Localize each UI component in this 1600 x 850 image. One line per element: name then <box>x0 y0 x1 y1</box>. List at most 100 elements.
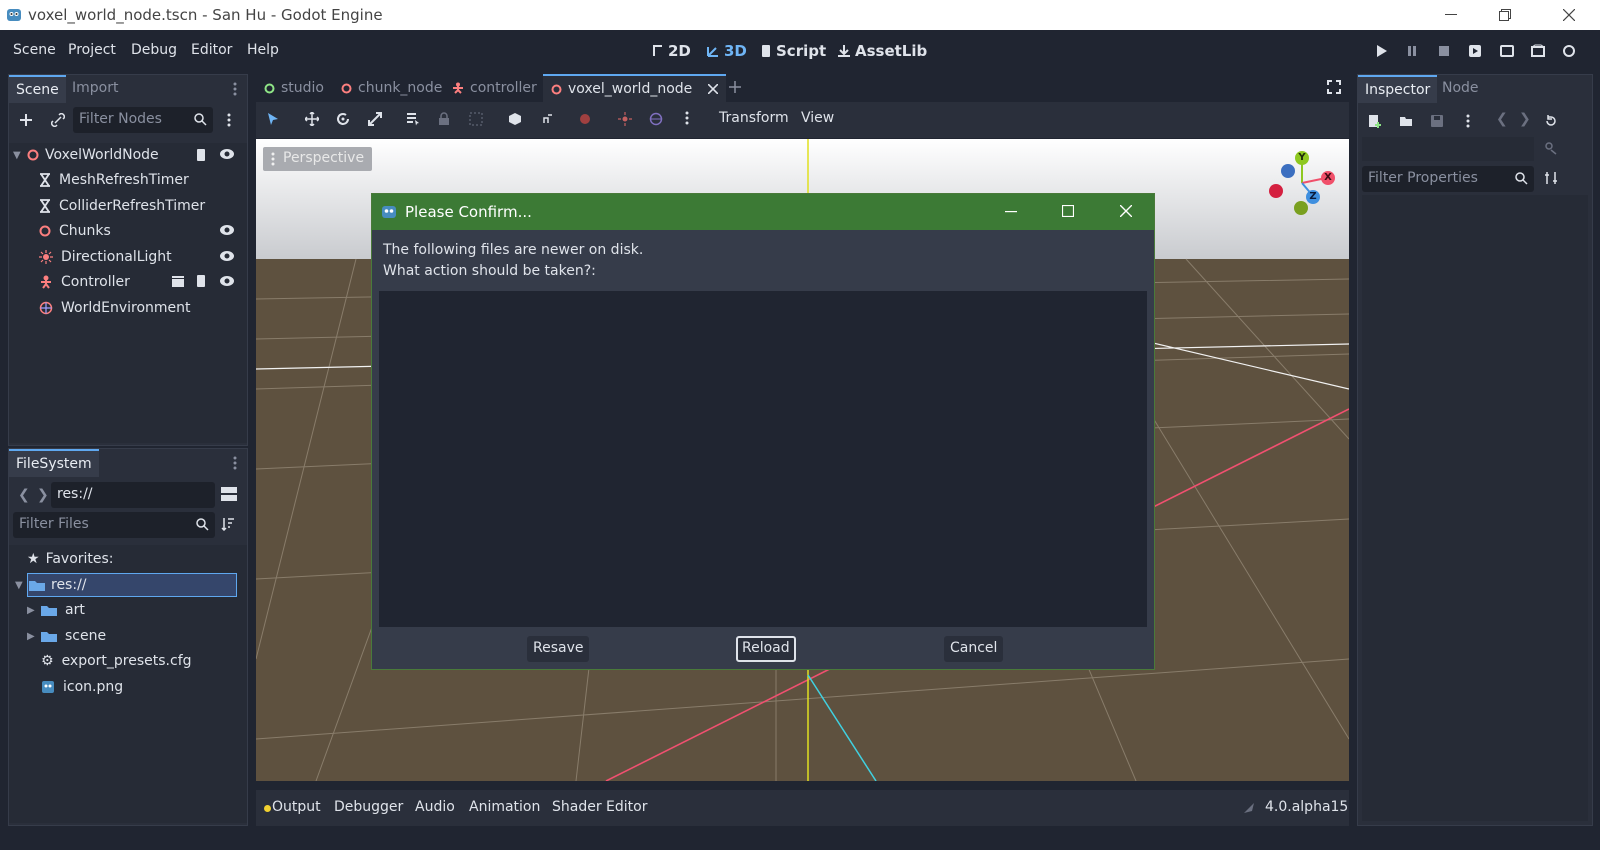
list-select-icon[interactable] <box>406 112 420 126</box>
dock-menu-icon[interactable] <box>233 81 237 97</box>
rotate-tool-icon[interactable] <box>336 112 350 126</box>
dock-menu-icon[interactable] <box>233 455 237 471</box>
dialog-titlebar[interactable]: Please Confirm... <box>372 194 1154 230</box>
file-row-export-presets[interactable]: ⚙ export_presets.cfg <box>41 649 271 673</box>
renderer-icon[interactable] <box>1562 44 1576 58</box>
minimize-dialog-icon[interactable] <box>1005 211 1017 213</box>
open-folder-icon[interactable] <box>1399 114 1413 128</box>
new-resource-icon[interactable] <box>1368 114 1382 128</box>
visibility-eye-icon[interactable] <box>219 275 235 287</box>
sort-icon[interactable] <box>221 517 235 531</box>
more-options-icon[interactable] <box>1466 113 1470 129</box>
filter-nodes-input[interactable]: Filter Nodes <box>73 107 213 133</box>
reload-button[interactable]: Reload <box>736 636 796 662</box>
bottom-tab-output[interactable]: Output <box>272 799 321 815</box>
mode-3d-button[interactable]: 3D <box>706 42 747 60</box>
collapse-arrow-icon[interactable]: ▼ <box>13 150 27 161</box>
mode-2d-button[interactable]: 2D <box>652 42 691 60</box>
script-attached-icon[interactable] <box>195 148 207 162</box>
bottom-tab-shader-editor[interactable]: Shader Editor <box>552 799 647 815</box>
bone-icon[interactable] <box>541 112 555 126</box>
tab-scene[interactable]: Scene <box>9 75 66 103</box>
folder-row-res[interactable]: ▼ res:// <box>15 573 245 597</box>
menu-debug[interactable]: Debug <box>131 42 177 58</box>
expand-arrow-icon[interactable]: ▶ <box>27 631 41 642</box>
scale-tool-icon[interactable] <box>368 112 382 126</box>
sun-preview-icon[interactable] <box>618 112 632 126</box>
play-icon[interactable] <box>1374 44 1388 58</box>
bottom-tab-animation[interactable]: Animation <box>469 799 540 815</box>
save-icon[interactable] <box>1430 114 1444 128</box>
tree-node-meshrefreshtimer[interactable]: MeshRefreshTimer <box>39 168 269 192</box>
mode-script-button[interactable]: Script <box>760 42 826 60</box>
snap-icon[interactable] <box>508 112 522 126</box>
file-row-icon-png[interactable]: icon.png <box>41 675 271 699</box>
close-window-button[interactable] <box>1546 0 1592 30</box>
scene-tab-voxel-world-node[interactable]: voxel_world_node <box>543 74 727 102</box>
inspector-tools-icon[interactable] <box>1544 171 1558 185</box>
visibility-eye-icon[interactable] <box>219 250 235 262</box>
folder-row-scene[interactable]: ▶ scene <box>27 624 257 648</box>
visibility-eye-icon[interactable] <box>219 148 235 160</box>
menu-project[interactable]: Project <box>68 42 116 58</box>
expand-arrow-icon[interactable]: ▶ <box>27 605 41 616</box>
back-arrow-icon[interactable]: ❮ <box>18 487 30 503</box>
add-scene-tab-icon[interactable] <box>728 80 742 94</box>
play-custom-scene-icon[interactable] <box>1500 44 1514 58</box>
scene-tab-studio[interactable]: studio <box>256 74 332 102</box>
tab-inspector[interactable]: Inspector <box>1358 75 1438 103</box>
mode-assetlib-button[interactable]: AssetLib <box>837 42 927 60</box>
history-forward-icon[interactable]: ❯ <box>1519 111 1531 127</box>
cancel-button[interactable]: Cancel <box>944 636 1004 662</box>
maximize-dialog-icon[interactable] <box>1062 205 1074 217</box>
forward-arrow-icon[interactable]: ❯ <box>37 487 49 503</box>
bottom-tab-audio[interactable]: Audio <box>415 799 455 815</box>
more-options-icon[interactable] <box>685 110 689 126</box>
object-properties-icon[interactable] <box>1544 141 1558 155</box>
filter-properties-input[interactable]: Filter Properties <box>1362 166 1534 192</box>
restore-window-button[interactable] <box>1482 0 1528 30</box>
pause-icon[interactable] <box>1405 44 1419 58</box>
history-icon[interactable] <box>1544 114 1558 128</box>
tree-node-colliderrefreshtimer[interactable]: ColliderRefreshTimer <box>39 194 269 218</box>
bottom-tab-debugger[interactable]: Debugger <box>334 799 403 815</box>
collapse-arrow-icon[interactable]: ▼ <box>15 580 29 591</box>
scene-options-icon[interactable] <box>227 112 231 128</box>
tree-node-voxelworldnode[interactable]: ▼ VoxelWorldNode <box>13 143 243 167</box>
resave-button[interactable]: Resave <box>527 636 590 662</box>
menu-scene[interactable]: Scene <box>13 42 56 58</box>
view-menu[interactable]: View <box>801 110 834 126</box>
perspective-menu-button[interactable]: Perspective <box>263 147 373 171</box>
lock-icon[interactable] <box>438 112 450 126</box>
visibility-eye-icon[interactable] <box>219 224 235 236</box>
close-tab-icon[interactable] <box>708 84 719 94</box>
script-attached-icon[interactable] <box>195 274 207 288</box>
select-tool-icon[interactable] <box>266 112 280 126</box>
menu-editor[interactable]: Editor <box>191 42 232 58</box>
tab-import[interactable]: Import <box>65 75 125 103</box>
view-gizmo[interactable]: Y X Z <box>1263 149 1343 221</box>
add-node-icon[interactable] <box>19 113 33 127</box>
scene-tab-controller[interactable]: controller <box>444 74 545 102</box>
tab-node[interactable]: Node <box>1435 75 1486 103</box>
preview-camera-icon[interactable] <box>578 112 592 126</box>
update-spinner-icon[interactable] <box>1242 801 1256 815</box>
folder-row-art[interactable]: ▶ art <box>27 598 257 622</box>
distraction-free-icon[interactable] <box>1327 80 1341 94</box>
menu-help[interactable]: Help <box>247 42 279 58</box>
path-input[interactable]: res:// <box>51 482 215 508</box>
play-scene-icon[interactable] <box>1468 44 1482 58</box>
move-tool-icon[interactable] <box>305 112 319 126</box>
link-icon[interactable] <box>51 113 65 127</box>
split-view-icon[interactable] <box>221 487 237 501</box>
environment-preview-icon[interactable] <box>649 112 663 126</box>
stop-icon[interactable] <box>1437 44 1451 58</box>
tab-filesystem[interactable]: FileSystem <box>9 449 99 477</box>
transform-menu[interactable]: Transform <box>719 110 789 126</box>
clapperboard-icon[interactable] <box>171 275 185 287</box>
changed-files-list[interactable] <box>379 291 1147 627</box>
group-icon[interactable] <box>469 112 483 126</box>
close-dialog-icon[interactable] <box>1120 205 1132 217</box>
filter-files-input[interactable]: Filter Files <box>13 512 215 538</box>
movie-maker-icon[interactable] <box>1531 44 1545 58</box>
